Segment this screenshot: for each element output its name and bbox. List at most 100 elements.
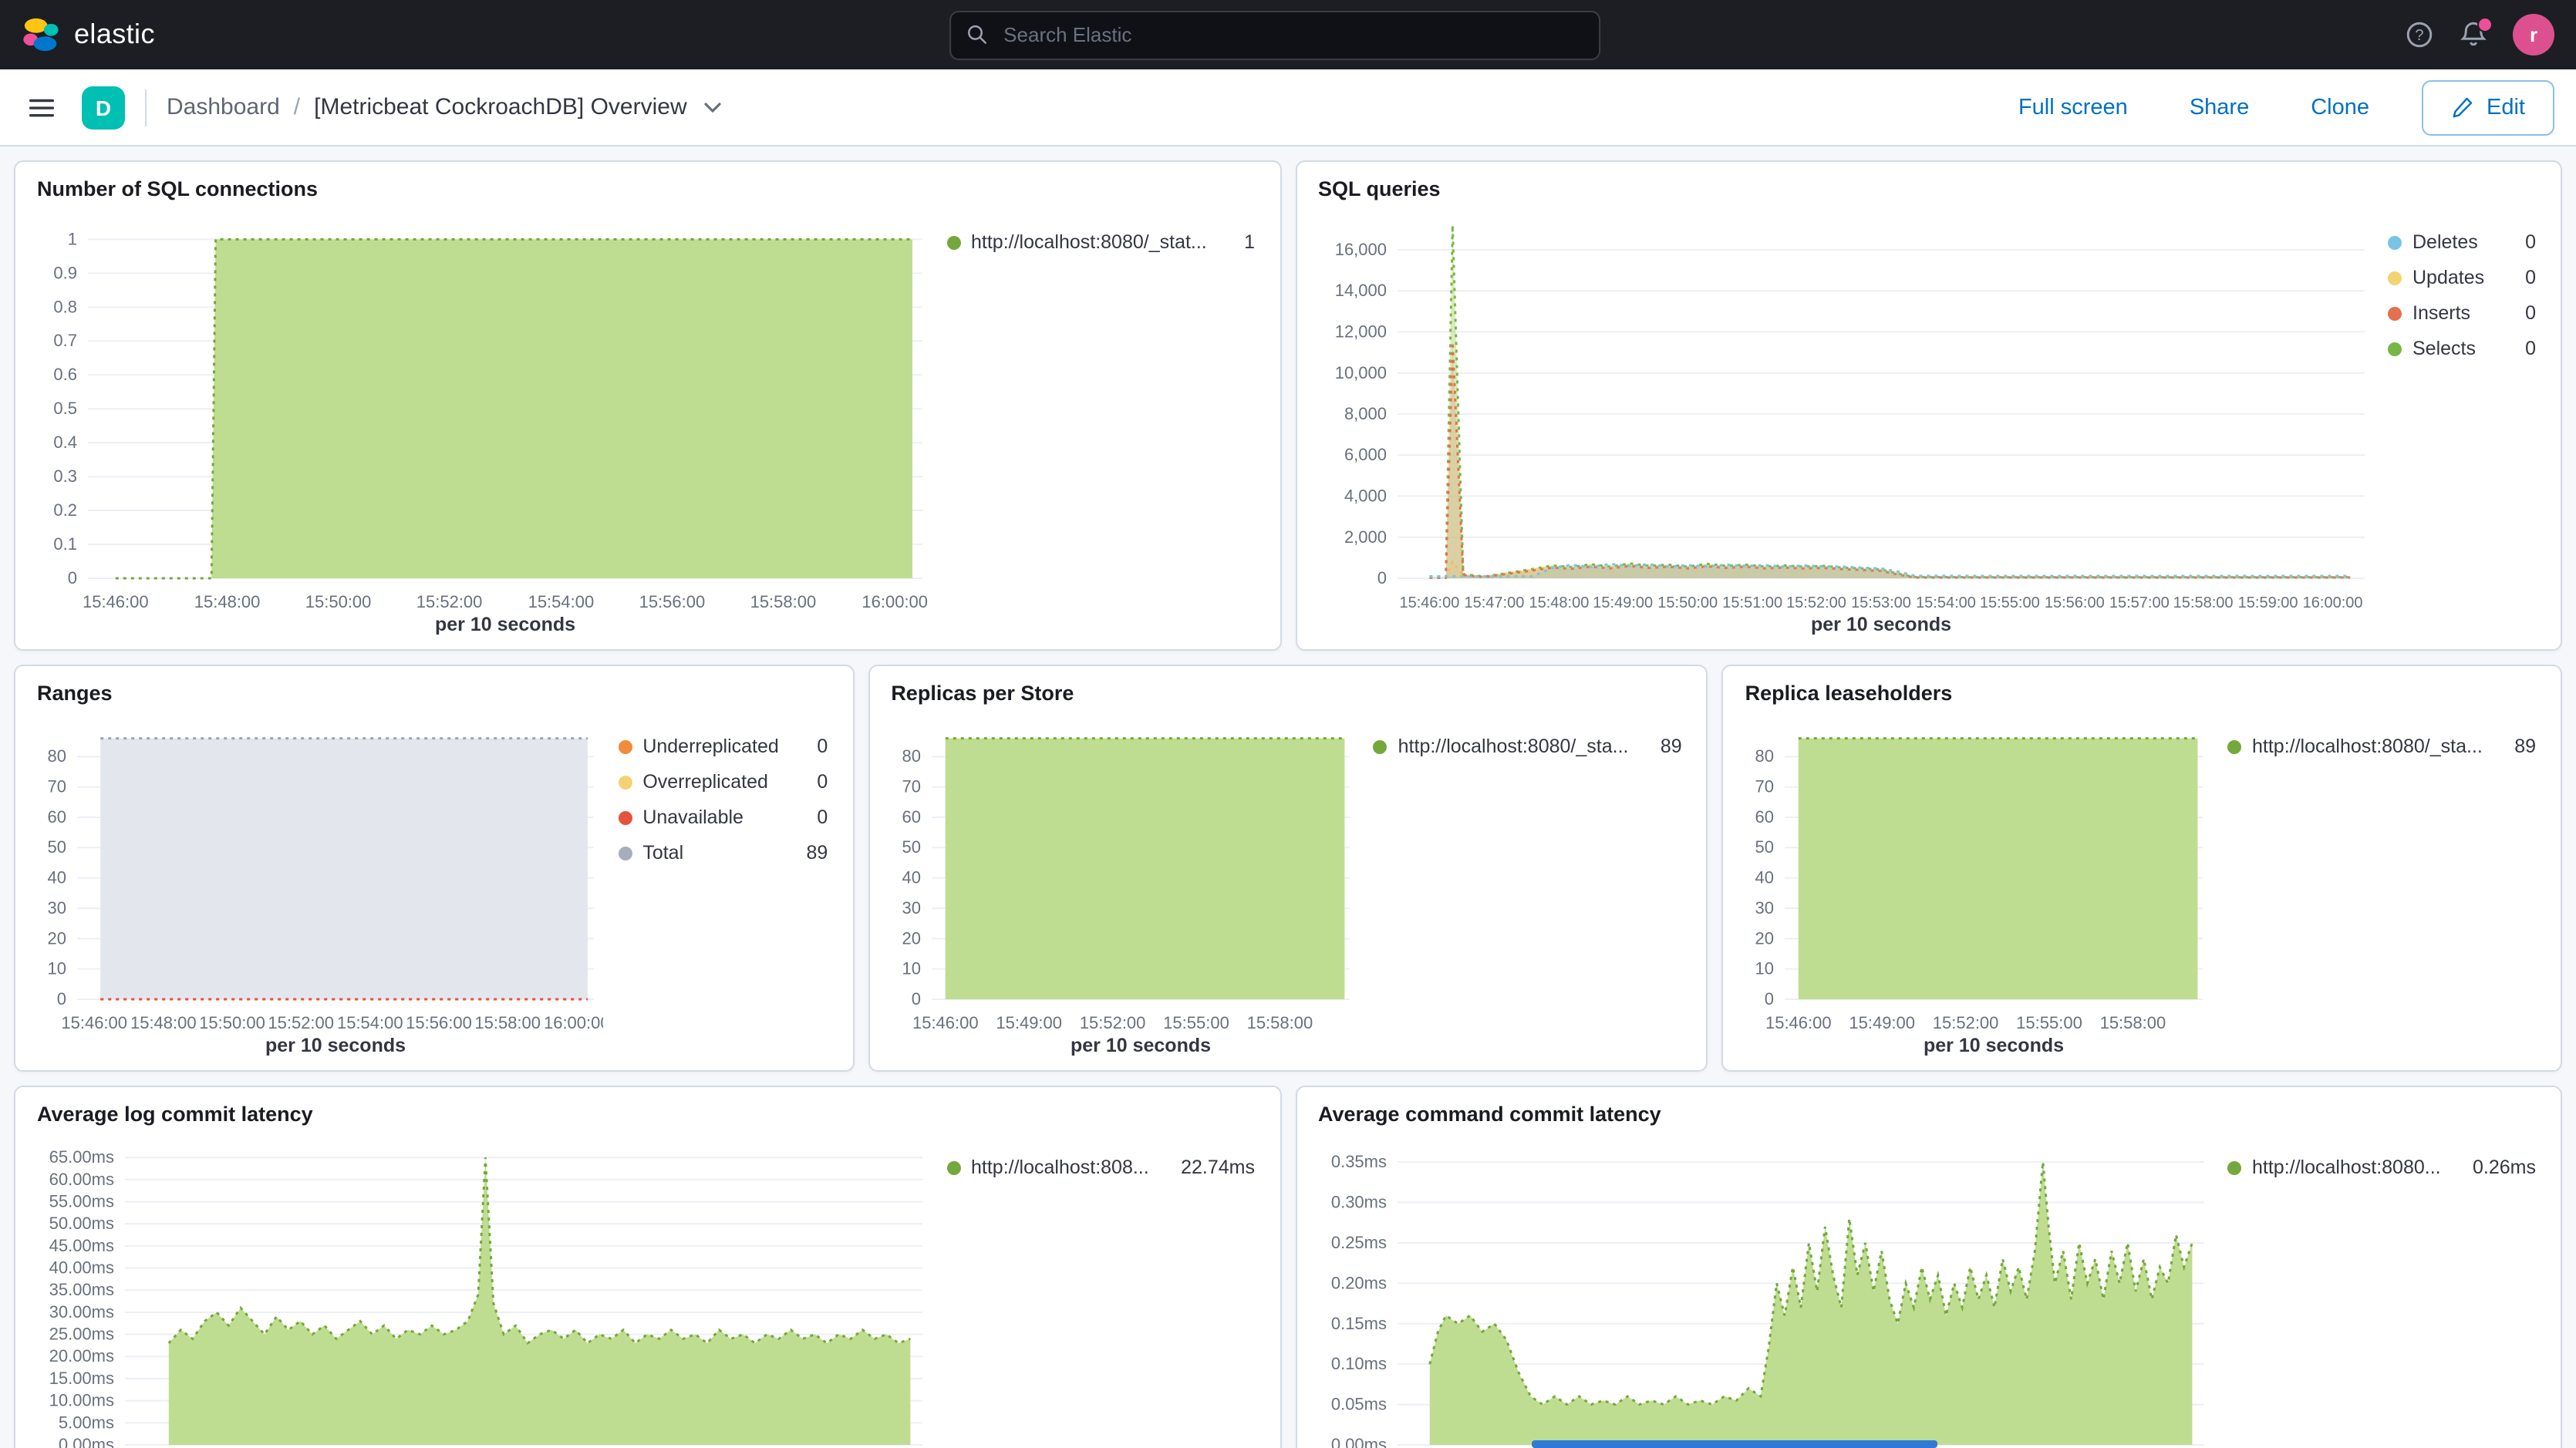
sql-queries-chart[interactable]: 16,00014,00012,00010,0008,0006,0004,0002… bbox=[1318, 204, 2372, 640]
svg-text:15:58:00: 15:58:00 bbox=[750, 592, 817, 611]
legend-label: Updates bbox=[2412, 267, 2507, 288]
panel-title: Average log commit latency bbox=[37, 1103, 1258, 1126]
legend-label: http://localhost:8080/_sta... bbox=[2252, 736, 2496, 757]
svg-text:0.05ms: 0.05ms bbox=[1330, 1395, 1386, 1414]
svg-text:0.30ms: 0.30ms bbox=[1330, 1192, 1386, 1211]
legend-dot bbox=[946, 235, 960, 249]
legend: http://localhost:8080/_sta... 89 bbox=[2212, 708, 2539, 1061]
legend-item[interactable]: Underreplicated 0 bbox=[618, 736, 828, 757]
legend-item[interactable]: Deletes 0 bbox=[2388, 231, 2536, 253]
legend-item[interactable]: http://localhost:808... 22.74ms bbox=[946, 1157, 1255, 1178]
legend-value: 0 bbox=[2507, 302, 2536, 324]
svg-text:6,000: 6,000 bbox=[1344, 445, 1386, 464]
svg-text:16:00:00: 16:00:00 bbox=[861, 592, 928, 611]
svg-text:20.00ms: 20.00ms bbox=[49, 1346, 114, 1365]
legend-value: 0 bbox=[798, 807, 828, 828]
legend-item[interactable]: http://localhost:8080... 0.26ms bbox=[2227, 1157, 2536, 1178]
svg-text:15:46:00: 15:46:00 bbox=[912, 1013, 978, 1032]
svg-text:5.00ms: 5.00ms bbox=[59, 1413, 114, 1432]
clone-button[interactable]: Clone bbox=[2301, 93, 2379, 121]
elastic-home-link[interactable]: elastic bbox=[22, 15, 155, 54]
chevron-down-icon[interactable] bbox=[704, 101, 723, 113]
svg-text:15:48:00: 15:48:00 bbox=[1528, 594, 1588, 611]
legend: Deletes 0 Updates 0 Inserts 0 bbox=[2372, 204, 2539, 640]
horizontal-scrollbar-thumb[interactable] bbox=[1532, 1440, 1937, 1448]
panel-title: Average command commit latency bbox=[1318, 1103, 2539, 1126]
svg-text:per 10 seconds: per 10 seconds bbox=[1924, 1035, 2065, 1056]
legend-item[interactable]: Updates 0 bbox=[2388, 267, 2536, 288]
breadcrumb-dashboard-link[interactable]: Dashboard bbox=[167, 94, 280, 120]
svg-text:16,000: 16,000 bbox=[1334, 240, 1386, 259]
kibana-app: elastic ? r bbox=[0, 0, 2576, 1448]
legend-item[interactable]: Overreplicated 0 bbox=[618, 771, 828, 793]
svg-text:per 10 seconds: per 10 seconds bbox=[1810, 614, 1951, 635]
svg-text:35.00ms: 35.00ms bbox=[49, 1280, 114, 1299]
svg-text:15:46:00: 15:46:00 bbox=[1398, 594, 1458, 611]
panel-title: Replica leaseholders bbox=[1745, 682, 2539, 705]
svg-text:15:46:00: 15:46:00 bbox=[1766, 1013, 1833, 1032]
svg-text:0.15ms: 0.15ms bbox=[1330, 1314, 1386, 1333]
svg-text:15:49:00: 15:49:00 bbox=[996, 1013, 1062, 1032]
svg-text:0: 0 bbox=[1377, 568, 1386, 588]
edit-button[interactable]: Edit bbox=[2422, 79, 2554, 135]
legend-item[interactable]: http://localhost:8080/_stat... 1 bbox=[946, 231, 1255, 253]
legend-item[interactable]: Total 89 bbox=[618, 842, 828, 864]
panel-title: Replicas per Store bbox=[891, 682, 1684, 705]
newsfeed-icon[interactable] bbox=[2459, 20, 2488, 49]
search-input[interactable] bbox=[1000, 22, 1583, 48]
fullscreen-button[interactable]: Full screen bbox=[2009, 93, 2137, 121]
legend-item[interactable]: Inserts 0 bbox=[2388, 302, 2536, 324]
legend: http://localhost:8080/_sta... 89 bbox=[1358, 708, 1685, 1061]
svg-text:per 10 seconds: per 10 seconds bbox=[435, 614, 575, 635]
svg-text:15:50:00: 15:50:00 bbox=[305, 592, 372, 611]
svg-text:0.1: 0.1 bbox=[53, 534, 77, 554]
legend-item[interactable]: Selects 0 bbox=[2388, 338, 2536, 359]
legend-label: Deletes bbox=[2412, 231, 2507, 253]
legend-item[interactable]: Unavailable 0 bbox=[618, 807, 828, 828]
svg-text:55.00ms: 55.00ms bbox=[49, 1192, 114, 1211]
svg-text:15:49:00: 15:49:00 bbox=[1849, 1013, 1916, 1032]
replica-leaseholders-chart[interactable]: 8070605040302010015:46:0015:49:0015:52:0… bbox=[1745, 708, 2212, 1061]
legend-item[interactable]: http://localhost:8080/_sta... 89 bbox=[1374, 736, 1682, 757]
command-commit-latency-chart[interactable]: 0.35ms0.30ms0.25ms0.20ms0.15ms0.10ms0.05… bbox=[1318, 1129, 2212, 1448]
replicas-per-store-chart[interactable]: 8070605040302010015:46:0015:49:0015:52:0… bbox=[891, 708, 1357, 1061]
user-avatar[interactable]: r bbox=[2513, 14, 2554, 56]
svg-text:0.6: 0.6 bbox=[53, 365, 77, 384]
legend-dot bbox=[618, 775, 632, 789]
panel-replicas-per-store: Replicas per Store 8070605040302010015:4… bbox=[868, 665, 1708, 1072]
svg-text:15:55:00: 15:55:00 bbox=[1979, 594, 2039, 611]
svg-text:0.7: 0.7 bbox=[53, 331, 77, 350]
ranges-chart[interactable]: 8070605040302010015:46:0015:48:0015:50:0… bbox=[37, 708, 602, 1061]
svg-text:60: 60 bbox=[48, 807, 66, 827]
svg-text:25.00ms: 25.00ms bbox=[49, 1325, 114, 1344]
legend: http://localhost:808... 22.74ms bbox=[931, 1129, 1258, 1448]
legend-item[interactable]: http://localhost:8080/_sta... 89 bbox=[2227, 736, 2536, 757]
svg-text:15:50:00: 15:50:00 bbox=[1657, 594, 1717, 611]
svg-text:0.35ms: 0.35ms bbox=[1330, 1152, 1386, 1171]
legend-dot bbox=[946, 1160, 960, 1174]
legend-dot bbox=[2388, 306, 2402, 320]
menu-icon[interactable] bbox=[22, 87, 62, 127]
svg-text:per 10 seconds: per 10 seconds bbox=[265, 1035, 406, 1056]
share-button[interactable]: Share bbox=[2180, 93, 2258, 121]
svg-text:10: 10 bbox=[1755, 959, 1774, 978]
legend-value: 0 bbox=[2507, 338, 2536, 359]
legend-label: Total bbox=[642, 842, 787, 864]
panel-sql-queries: SQL queries 16,00014,00012,00010,0008,00… bbox=[1295, 160, 2562, 651]
space-avatar[interactable]: D bbox=[82, 86, 125, 129]
svg-text:15:59:00: 15:59:00 bbox=[2237, 594, 2298, 611]
svg-text:0.2: 0.2 bbox=[53, 500, 77, 520]
sql-connections-chart[interactable]: 10.90.80.70.60.50.40.30.20.1015:46:0015:… bbox=[37, 204, 931, 640]
svg-text:40.00ms: 40.00ms bbox=[49, 1258, 114, 1278]
svg-text:50.00ms: 50.00ms bbox=[49, 1214, 114, 1233]
global-search[interactable] bbox=[949, 10, 1600, 59]
svg-text:10: 10 bbox=[48, 959, 66, 978]
log-commit-latency-chart[interactable]: 65.00ms60.00ms55.00ms50.00ms45.00ms40.00… bbox=[37, 1129, 931, 1448]
svg-text:50: 50 bbox=[902, 837, 920, 857]
panel-average-command-commit-latency: Average command commit latency 0.35ms 0.3… bbox=[1295, 1086, 2562, 1448]
help-icon[interactable]: ? bbox=[2405, 20, 2434, 49]
svg-text:45.00ms: 45.00ms bbox=[49, 1236, 114, 1255]
legend-dot bbox=[618, 810, 632, 824]
global-header: elastic ? r bbox=[0, 0, 2576, 69]
legend-value: 0.26ms bbox=[2454, 1157, 2536, 1178]
